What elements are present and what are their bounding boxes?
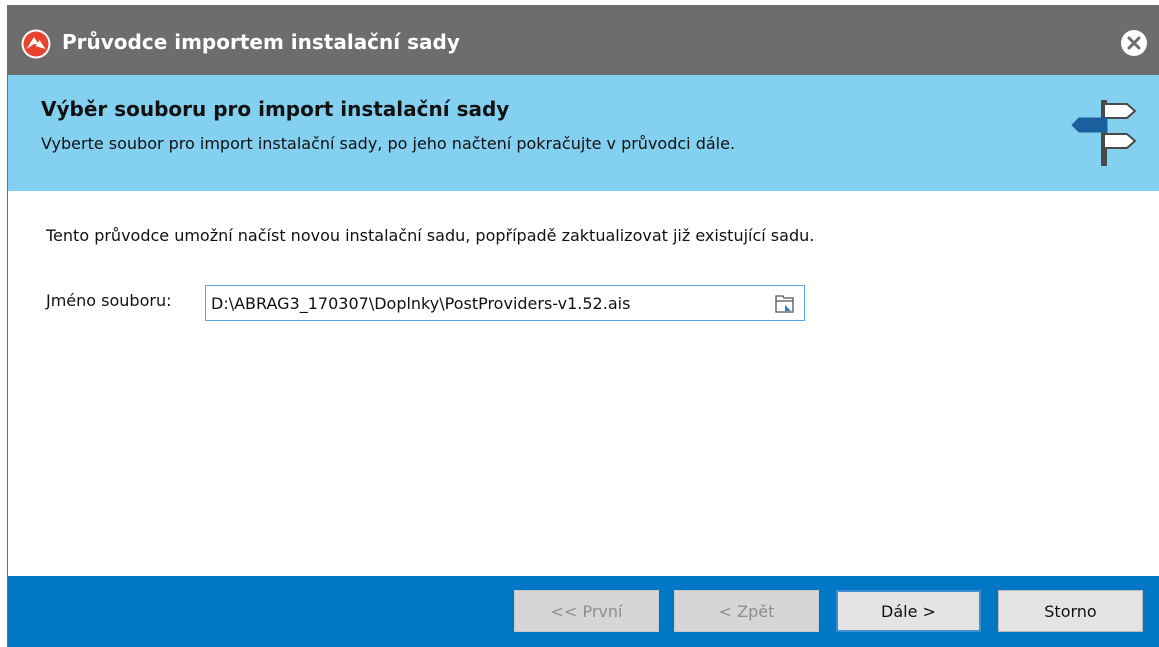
wizard-header: Výběr souboru pro import instalační sady… bbox=[8, 75, 1159, 191]
cancel-button[interactable]: Storno bbox=[998, 590, 1143, 632]
file-name-field[interactable] bbox=[205, 285, 805, 321]
signpost-icon bbox=[1071, 100, 1137, 166]
close-icon[interactable] bbox=[1119, 28, 1149, 58]
folder-browse-icon[interactable] bbox=[774, 293, 796, 315]
page-title: Výběr souboru pro import instalační sady bbox=[41, 97, 510, 121]
title-bar[interactable]: Průvodce importem instalační sady bbox=[8, 6, 1159, 75]
back-button[interactable]: < Zpět bbox=[674, 590, 819, 632]
wizard-description: Tento průvodce umožní načíst novou insta… bbox=[46, 226, 815, 245]
window-title: Průvodce importem instalační sady bbox=[62, 30, 460, 54]
app-logo-icon bbox=[21, 29, 51, 59]
file-name-input[interactable] bbox=[206, 286, 766, 320]
first-button[interactable]: << První bbox=[514, 590, 659, 632]
wizard-footer: << První < Zpět Dále > Storno bbox=[8, 576, 1159, 647]
page-subtitle: Vyberte soubor pro import instalační sad… bbox=[41, 134, 736, 153]
file-name-label: Jméno souboru: bbox=[46, 291, 172, 310]
wizard-window: Průvodce importem instalační sady Výběr … bbox=[8, 6, 1159, 647]
next-button[interactable]: Dále > bbox=[836, 590, 981, 632]
